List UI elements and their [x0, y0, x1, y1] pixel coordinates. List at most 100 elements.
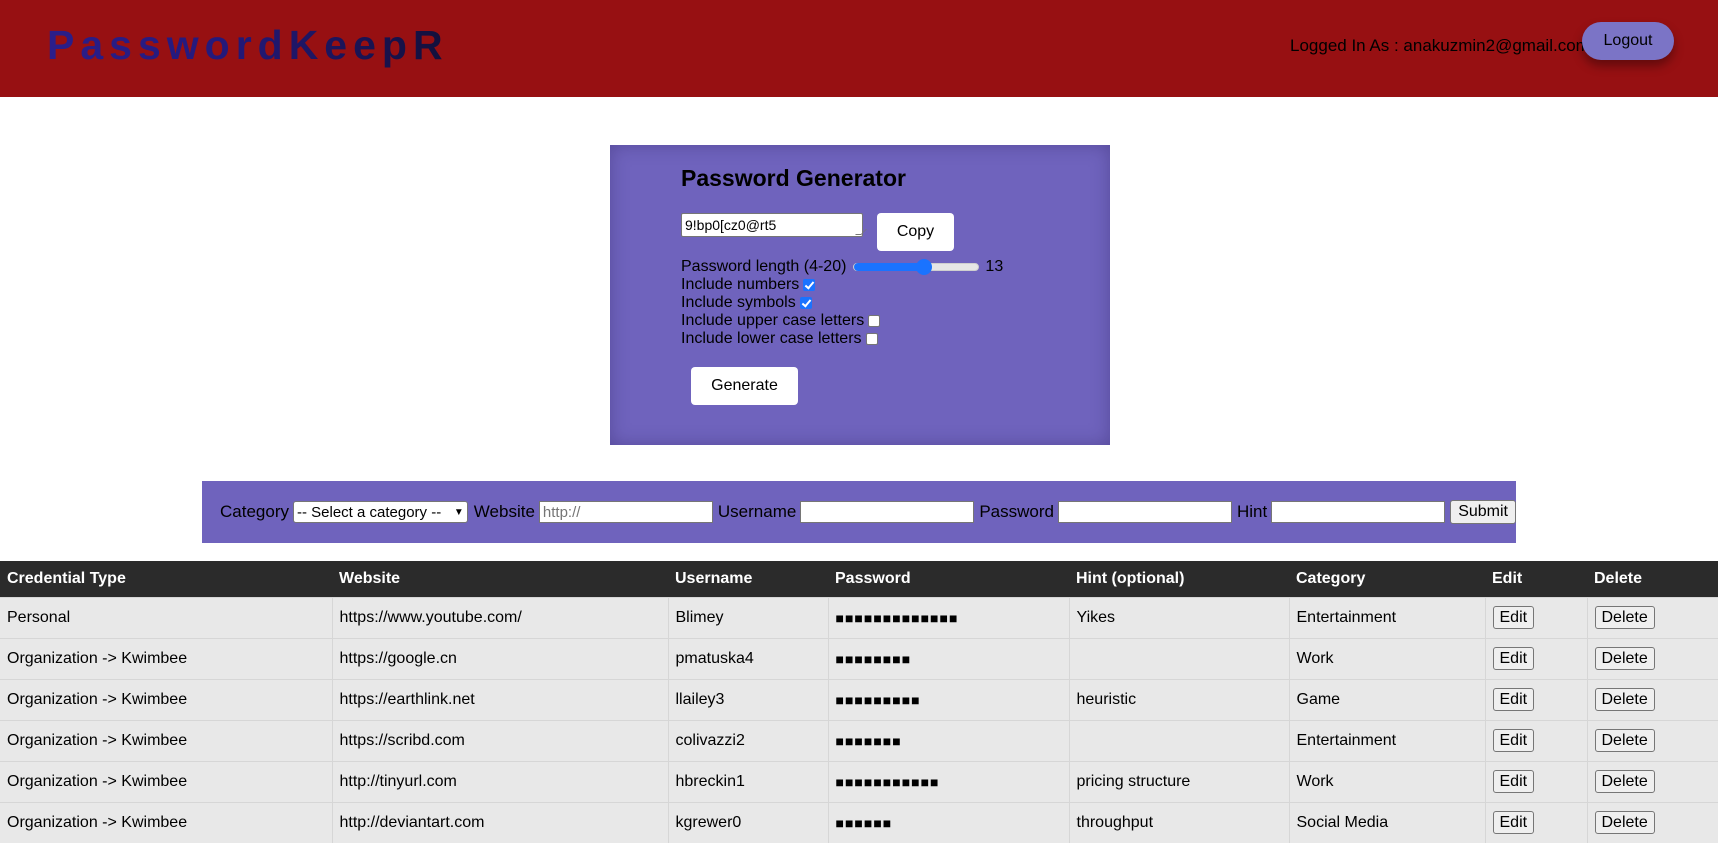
col-header-username: Username: [675, 569, 753, 587]
cell-category: Entertainment: [1289, 719, 1486, 761]
delete-button[interactable]: Delete: [1594, 688, 1655, 711]
edit-button[interactable]: Edit: [1492, 688, 1535, 711]
edit-button[interactable]: Edit: [1492, 647, 1535, 670]
cell-category: Social Media: [1289, 801, 1486, 843]
username-label: Username: [717, 502, 797, 521]
lower-row: Include lower case letters: [681, 330, 878, 348]
cell-credential-type: Organization -> Kwimbee: [0, 719, 333, 761]
edit-button[interactable]: Edit: [1492, 606, 1535, 629]
cell-delete: Delete: [1587, 596, 1718, 638]
table-row: Organization -> Kwimbee https://scribd.co…: [0, 719, 1718, 761]
generated-password-text: 9!bp0[cz0@rt5: [685, 217, 777, 233]
length-label: Password length (4-20): [681, 258, 847, 275]
symbols-label: Include symbols: [681, 294, 796, 311]
cell-edit: Edit: [1485, 596, 1588, 638]
cell-website: http://deviantart.com: [332, 801, 669, 843]
cell-username: Blimey: [668, 596, 829, 638]
numbers-checkbox[interactable]: [803, 279, 816, 291]
cell-credential-type: Organization -> Kwimbee: [0, 801, 333, 843]
add-credential-form: Category -- Select a category -- ▼ Websi…: [202, 481, 1516, 543]
password-input[interactable]: [1057, 501, 1232, 523]
hint-input[interactable]: [1271, 501, 1446, 523]
cell-website: https://earthlink.net: [332, 678, 669, 720]
logout-button[interactable]: Logout: [1582, 22, 1674, 60]
cell-password: ■■■■■■■■■■■■■: [828, 596, 1070, 638]
edit-button[interactable]: Edit: [1492, 811, 1535, 835]
category-selected-text: -- Select a category --: [296, 503, 442, 521]
copy-button[interactable]: Copy: [877, 213, 954, 251]
cell-credential-type: Organization -> Kwimbee: [0, 678, 333, 720]
cell-website: https://scribd.com: [332, 719, 669, 761]
cell-category: Entertainment: [1289, 596, 1486, 638]
cell-edit: Edit: [1485, 719, 1588, 761]
generate-button[interactable]: Generate: [691, 367, 798, 405]
submit-button[interactable]: Submit: [1450, 500, 1516, 524]
col-header-edit: Edit: [1492, 569, 1523, 587]
cell-edit: Edit: [1485, 678, 1588, 720]
cell-category: Work: [1289, 760, 1486, 802]
lower-label: Include lower case letters: [681, 330, 862, 347]
generated-password-field[interactable]: 9!bp0[cz0@rt5: [681, 213, 867, 237]
cell-edit: Edit: [1485, 760, 1588, 802]
cell-username: colivazzi2: [668, 719, 829, 761]
delete-button[interactable]: Delete: [1594, 647, 1655, 670]
cell-password: ■■■■■■■■■: [828, 678, 1070, 720]
delete-button[interactable]: Delete: [1594, 729, 1655, 752]
cell-hint: pricing structure: [1069, 760, 1290, 802]
hint-label: Hint: [1236, 502, 1268, 521]
cell-website: https://google.cn: [332, 637, 669, 679]
table-row: Organization -> Kwimbee http://tinyurl.co…: [0, 760, 1718, 802]
cell-hint: throughput: [1069, 801, 1290, 843]
delete-button[interactable]: Delete: [1594, 811, 1655, 835]
edit-button[interactable]: Edit: [1492, 770, 1535, 793]
category-label: Category: [220, 502, 289, 521]
logged-in-text: Logged In As : anakuzmin2@gmail.com: [1290, 36, 1590, 55]
slider-fill: [854, 263, 925, 271]
password-generator-panel: Password Generator 9!bp0[cz0@rt5 Copy Pa…: [610, 145, 1110, 445]
upper-row: Include upper case letters: [681, 312, 881, 330]
upper-label: Include upper case letters: [681, 312, 865, 329]
edit-button[interactable]: Edit: [1492, 729, 1535, 752]
length-value: 13: [985, 258, 1004, 275]
slider-knob[interactable]: [916, 259, 933, 275]
cell-hint: Yikes: [1069, 596, 1290, 638]
cell-delete: Delete: [1587, 760, 1718, 802]
numbers-label: Include numbers: [681, 276, 800, 293]
cell-hint: [1069, 637, 1290, 679]
username-input[interactable]: [800, 501, 975, 523]
website-input[interactable]: [538, 501, 713, 523]
delete-button[interactable]: Delete: [1594, 606, 1655, 629]
cell-hint: heuristic: [1069, 678, 1290, 720]
cell-website: http://tinyurl.com: [332, 760, 669, 802]
cell-credential-type: Organization -> Kwimbee: [0, 637, 333, 679]
delete-button[interactable]: Delete: [1594, 770, 1655, 793]
table-row: Organization -> Kwimbee https://google.cn…: [0, 637, 1718, 679]
cell-edit: Edit: [1485, 801, 1588, 843]
resize-grip-icon[interactable]: [855, 229, 867, 235]
col-header-hint: Hint (optional): [1076, 569, 1185, 587]
cell-username: kgrewer0: [668, 801, 829, 843]
table-row: Organization -> Kwimbee http://deviantart…: [0, 801, 1718, 843]
cell-credential-type: Personal: [0, 596, 333, 638]
cell-username: pmatuska4: [668, 637, 829, 679]
symbols-row: Include symbols: [681, 294, 812, 312]
brand-logo[interactable]: PasswordKeepR: [47, 22, 449, 69]
table-row: Personal https://www.youtube.com/Blimey ■■…: [0, 596, 1718, 638]
table-header-row: Credential Type Website Username Passwor…: [0, 561, 1718, 597]
cell-delete: Delete: [1587, 801, 1718, 843]
cell-delete: Delete: [1587, 678, 1718, 720]
col-header-website: Website: [339, 569, 401, 587]
numbers-row: Include numbers: [681, 276, 816, 294]
length-slider[interactable]: [853, 259, 980, 275]
lower-checkbox[interactable]: [865, 333, 878, 345]
symbols-checkbox[interactable]: [799, 297, 812, 309]
upper-checkbox[interactable]: [868, 315, 881, 327]
cell-password: ■■■■■■: [828, 801, 1070, 843]
cell-password: ■■■■■■■■: [828, 637, 1070, 679]
credentials-table: Credential Type Website Username Passwor…: [0, 561, 1718, 843]
cell-website: https://www.youtube.com/: [332, 596, 669, 638]
category-select[interactable]: -- Select a category -- ▼: [292, 501, 468, 523]
cell-password: ■■■■■■■■■■■: [828, 760, 1070, 802]
cell-category: Work: [1289, 637, 1486, 679]
chevron-down-icon: ▼: [453, 506, 464, 518]
